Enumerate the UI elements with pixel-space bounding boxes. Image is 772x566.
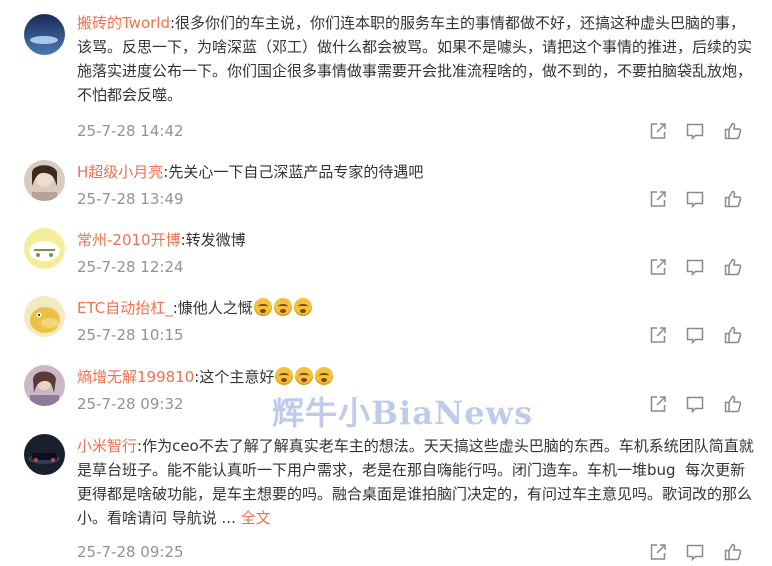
emoji-icon (273, 298, 292, 316)
username-link[interactable]: H超级小月亮 (77, 163, 163, 181)
timestamp: 25-7-28 09:25 (77, 543, 184, 561)
username-link[interactable]: 常州-2010开博 (77, 231, 181, 249)
thumbs-up-icon[interactable] (723, 257, 743, 277)
comment-icon[interactable] (685, 394, 705, 414)
comment-text: H超级小月亮:先关心一下自己深蓝产品专家的待遇吧 (77, 160, 757, 184)
timestamp: 25-7-28 14:42 (77, 122, 184, 140)
comment-icon[interactable] (685, 325, 705, 345)
comment-actions (648, 121, 748, 141)
emoji-icon (315, 367, 334, 385)
avatar[interactable] (24, 365, 65, 406)
timestamp: 25-7-28 13:49 (77, 190, 184, 208)
comment-actions (648, 189, 748, 209)
emoji-icon (293, 298, 312, 316)
comment-actions (648, 257, 748, 277)
comment-icon[interactable] (685, 542, 705, 562)
timestamp: 25-7-28 12:24 (77, 258, 184, 276)
comment-icon[interactable] (685, 189, 705, 209)
thumbs-up-icon[interactable] (723, 325, 743, 345)
avatar[interactable] (24, 434, 65, 475)
comment-body: :这个主意好 (194, 368, 275, 386)
share-icon[interactable] (648, 257, 668, 277)
avatar[interactable] (24, 228, 65, 269)
comment-body: :先关心一下自己深蓝产品专家的待遇吧 (163, 163, 424, 181)
comment-text: 常州-2010开博:转发微博 (77, 228, 757, 252)
username-link[interactable]: ETC自动抬杠_ (77, 299, 173, 317)
emoji-icon (295, 367, 314, 385)
share-icon[interactable] (648, 189, 668, 209)
avatar[interactable] (24, 160, 65, 201)
comment-text: 小米智行:作为ceo不去了解了解真实老车主的想法。天天搞这些虚头巴脑的东西。车机… (77, 434, 757, 530)
avatar[interactable] (24, 296, 65, 337)
thumbs-up-icon[interactable] (723, 189, 743, 209)
comment-body: :作为ceo不去了解了解真实老车主的想法。天天搞这些虚头巴脑的东西。车机系统团队… (77, 437, 754, 527)
share-icon[interactable] (648, 542, 668, 562)
comment-actions (648, 394, 748, 414)
username-link[interactable]: 搬砖的Tworld (77, 14, 170, 32)
share-icon[interactable] (648, 325, 668, 345)
thumbs-up-icon[interactable] (723, 542, 743, 562)
comment-body: :慷他人之慨 (172, 299, 253, 317)
comment-icon[interactable] (685, 121, 705, 141)
emoji-icon (253, 298, 272, 316)
comment-text: 熵增无解199810:这个主意好 (77, 365, 757, 389)
comment-body: :转发微博 (180, 231, 246, 249)
timestamp: 25-7-28 09:32 (77, 395, 184, 413)
emoji-icon (275, 367, 294, 385)
thumbs-up-icon[interactable] (723, 394, 743, 414)
watermark: 辉牛小BiaNews (272, 394, 534, 432)
comment-actions (648, 325, 748, 345)
comment-text: ETC自动抬杠_:慷他人之慨 (77, 296, 757, 320)
timestamp: 25-7-28 10:15 (77, 326, 184, 344)
comment-actions (648, 542, 748, 562)
share-icon[interactable] (648, 394, 668, 414)
comment-icon[interactable] (685, 257, 705, 277)
avatar[interactable] (24, 14, 65, 55)
expand-full-text-link[interactable]: 全文 (241, 509, 271, 527)
share-icon[interactable] (648, 121, 668, 141)
username-link[interactable]: 小米智行 (77, 437, 137, 455)
thumbs-up-icon[interactable] (723, 121, 743, 141)
comment-text: 搬砖的Tworld:很多你们的车主说，你们连本职的服务车主的事情都做不好，还搞这… (77, 11, 757, 107)
username-link[interactable]: 熵增无解199810 (77, 368, 194, 386)
comment-body: :很多你们的车主说，你们连本职的服务车主的事情都做不好，还搞这种虚头巴脑的事，该… (77, 14, 753, 104)
